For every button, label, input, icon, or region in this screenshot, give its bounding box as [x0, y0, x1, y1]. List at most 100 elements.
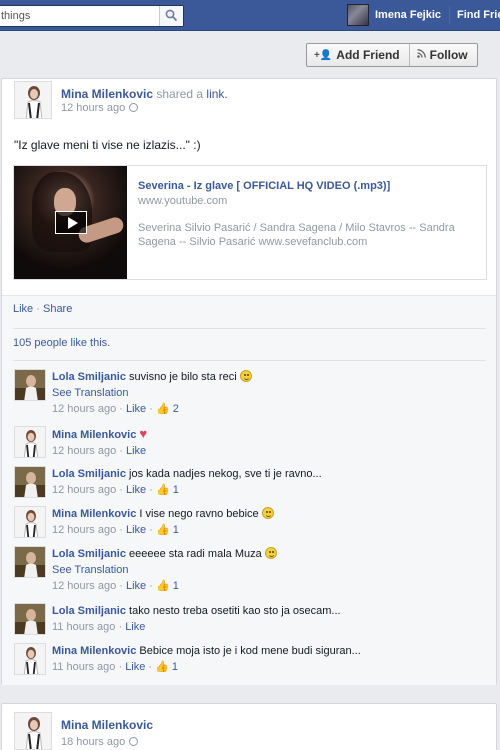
- find-friends-link[interactable]: Find Frie: [457, 9, 500, 21]
- comment-like-count[interactable]: 👍 1: [156, 580, 179, 592]
- add-friend-icon: +👤: [314, 49, 333, 61]
- comment-meta: 12 hours ago · Like · 👍 1: [52, 484, 179, 496]
- commenter-avatar[interactable]: [14, 643, 46, 675]
- comment-text: Bebice moja isto je i kod mene budi sigu…: [139, 645, 361, 657]
- comment-body: Lola Smiljanic tako nesto treba osetiti …: [52, 603, 482, 635]
- author-name[interactable]: Mina Milenkovic: [61, 87, 153, 101]
- comment-like-count[interactable]: 👍 1: [155, 661, 178, 673]
- rss-icon: [416, 49, 426, 61]
- see-translation-link[interactable]: See Translation: [52, 562, 482, 578]
- like-button[interactable]: Like: [13, 303, 33, 315]
- comment-text: eeeeee sta radi mala Muza: [129, 548, 262, 560]
- shared-link-preview[interactable]: Severina - Iz glave [ OFFICIAL HQ VIDEO …: [13, 165, 487, 280]
- commenter-name[interactable]: Lola Smiljanic: [52, 371, 126, 383]
- comment-time[interactable]: 11 hours ago: [52, 621, 115, 633]
- comment-like-button[interactable]: Like: [126, 445, 146, 457]
- share-title[interactable]: Severina - Iz glave [ OFFICIAL HQ VIDEO …: [138, 180, 390, 192]
- comment-time[interactable]: 12 hours ago: [52, 403, 116, 415]
- thumbs-up-icon: 👍: [155, 484, 170, 496]
- comment-like-count[interactable]: 👍 2: [156, 403, 179, 415]
- author-name[interactable]: Mina Milenkovic: [61, 718, 153, 732]
- thumbs-up-icon: 👍: [155, 524, 170, 536]
- post-timestamp[interactable]: 12 hours ago: [61, 102, 139, 114]
- search-box[interactable]: things: [0, 5, 184, 27]
- comment-like-count[interactable]: 👍 1: [156, 524, 179, 536]
- video-thumbnail[interactable]: [14, 166, 127, 279]
- add-friend-button[interactable]: +👤 Add Friend: [307, 44, 409, 66]
- comment-text: tako nesto treba osetiti kao sto ja osec…: [129, 605, 341, 617]
- follow-button[interactable]: Follow: [408, 44, 477, 66]
- smile-emoji-icon: [261, 507, 274, 519]
- commenter-avatar[interactable]: [14, 369, 46, 401]
- see-translation-link[interactable]: See Translation: [52, 385, 482, 401]
- heart-emoji-icon: ♥: [139, 426, 148, 441]
- commenter-avatar[interactable]: [14, 603, 46, 635]
- comment-like-button[interactable]: Like: [125, 621, 145, 633]
- comment-text: jos kada nadjes nekog, sve ti je ravno..…: [129, 468, 322, 480]
- search-icon: [165, 9, 178, 22]
- comment-list: Lola Smiljanic suvisno je bilo sta reci …: [13, 360, 486, 675]
- shared-link[interactable]: link.: [206, 87, 227, 101]
- comment-row: Lola Smiljanic suvisno je bilo sta reci …: [13, 361, 486, 418]
- comment-row: Mina Milenkovic ♥ 12 hours ago · Like: [13, 418, 486, 458]
- commenter-name[interactable]: Lola Smiljanic: [52, 605, 126, 617]
- comment-like-button[interactable]: Like: [125, 661, 145, 673]
- nav-divider: [449, 6, 450, 24]
- share-description: Severina Silvio Pasarić / Sandra Sagena …: [138, 222, 455, 248]
- comment-meta: 12 hours ago · Like · 👍 2: [52, 403, 179, 415]
- comment-time[interactable]: 12 hours ago: [52, 484, 116, 496]
- search-input[interactable]: things: [1, 10, 30, 22]
- comment-body: Mina Milenkovic Bebice moja isto je i ko…: [52, 643, 482, 675]
- top-navigation-bar: things Imena Fejkic Find Frie: [0, 0, 500, 31]
- add-friend-label: Add Friend: [336, 48, 400, 62]
- comment-like-button[interactable]: Like: [126, 484, 146, 496]
- play-icon[interactable]: [55, 211, 87, 234]
- profile-link[interactable]: Imena Fejkic: [347, 4, 441, 26]
- avatar: [347, 4, 369, 26]
- smile-emoji-icon: [264, 547, 277, 559]
- share-button[interactable]: Share: [43, 303, 72, 315]
- globe-icon: [129, 737, 139, 746]
- post-timestamp[interactable]: 18 hours ago: [61, 736, 139, 748]
- comment-meta: 12 hours ago · Like · 👍 1: [52, 580, 179, 592]
- comment-time[interactable]: 11 hours ago: [52, 661, 115, 673]
- author-avatar[interactable]: [14, 712, 52, 750]
- smile-emoji-icon: [239, 370, 252, 382]
- comment-row: Lola Smiljanic eeeeee sta radi mala Muza…: [13, 538, 486, 595]
- commenter-name[interactable]: Mina Milenkovic: [52, 429, 136, 441]
- comment-text: suvisno je bilo sta reci: [129, 371, 237, 383]
- comment-row: Mina Milenkovic I vise nego ravno bebice…: [13, 498, 486, 538]
- comment-like-button[interactable]: Like: [126, 580, 146, 592]
- comment-body: Mina Milenkovic I vise nego ravno bebice…: [52, 506, 482, 538]
- commenter-avatar[interactable]: [14, 546, 46, 578]
- commenter-name[interactable]: Mina Milenkovic: [52, 508, 136, 520]
- comment-like-button[interactable]: Like: [126, 524, 146, 536]
- comment-time[interactable]: 12 hours ago: [52, 580, 116, 592]
- profile-action-buttons: +👤 Add Friend Follow: [306, 43, 478, 67]
- comment-body: Lola Smiljanic jos kada nadjes nekog, sv…: [52, 466, 482, 498]
- commenter-name[interactable]: Lola Smiljanic: [52, 468, 126, 480]
- post-time: 18 hours ago: [61, 736, 126, 748]
- post-time: 12 hours ago: [61, 102, 126, 114]
- author-avatar[interactable]: [14, 81, 52, 119]
- commenter-name[interactable]: Mina Milenkovic: [52, 645, 136, 657]
- thumbs-up-icon: 👍: [155, 580, 170, 592]
- comment-row: Lola Smiljanic tako nesto treba osetiti …: [13, 595, 486, 635]
- comment-time[interactable]: 12 hours ago: [52, 445, 116, 457]
- likes-summary[interactable]: 105 people like this.: [13, 328, 486, 349]
- commenter-name[interactable]: Lola Smiljanic: [52, 548, 126, 560]
- thumbs-up-icon: 👍: [155, 403, 170, 415]
- comment-body: Lola Smiljanic eeeeee sta radi mala Muza…: [52, 546, 482, 594]
- post-actions: Like · Share: [13, 303, 73, 315]
- commenter-avatar[interactable]: [14, 426, 46, 458]
- search-button[interactable]: [159, 6, 183, 26]
- commenter-avatar[interactable]: [14, 466, 46, 498]
- status-text: "Iz glave meni ti vise ne izlazis..." :): [14, 138, 201, 152]
- commenter-avatar[interactable]: [14, 506, 46, 538]
- comment-body: Mina Milenkovic ♥ 12 hours ago · Like: [52, 426, 482, 459]
- comment-like-button[interactable]: Like: [126, 403, 146, 415]
- comment-row: Lola Smiljanic jos kada nadjes nekog, sv…: [13, 458, 486, 498]
- comment-time[interactable]: 12 hours ago: [52, 524, 116, 536]
- comment-like-count[interactable]: 👍 1: [156, 484, 179, 496]
- profile-name: Imena Fejkic: [375, 9, 442, 21]
